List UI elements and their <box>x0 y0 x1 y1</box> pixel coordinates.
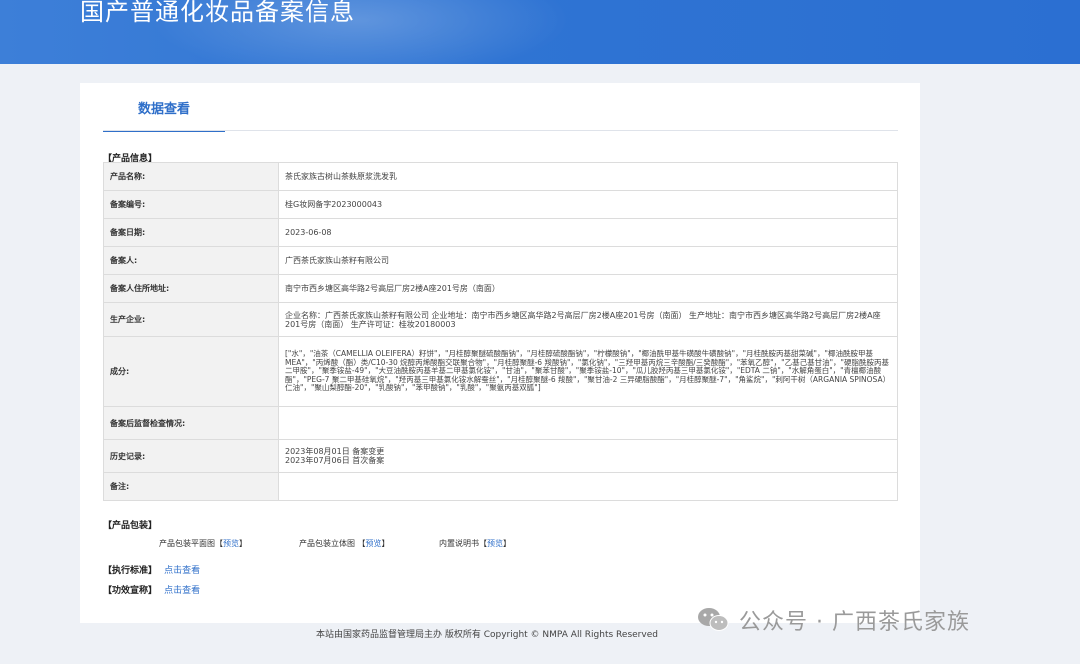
preview-link[interactable]: 预览 <box>487 539 503 548</box>
row-label: 备注: <box>103 472 279 501</box>
row-value: 2023-06-08 <box>278 218 898 247</box>
packaging-item: 产品包装立体图 【预览】 <box>299 539 390 548</box>
row-value: 茶氏家族古树山茶麸原浆洗发乳 <box>278 162 898 191</box>
row-label: 生产企业: <box>103 302 279 337</box>
packaging-item: 产品包装平面图【预览】 <box>159 539 247 548</box>
table-row: 历史记录: 2023年08月01日 备案变更 2023年07月06日 首次备案 <box>103 439 898 473</box>
row-value: 企业名称：广西茶氏家族山茶籽有限公司 企业地址：南宁市西乡塘区高华路2号高层厂房… <box>278 302 898 337</box>
efficacy-label: 【功效宣称】 <box>103 586 158 596</box>
preview-link[interactable]: 预览 <box>223 539 239 548</box>
row-value: ["水"，"油茶（CAMELLIA OLEIFERA）籽饼"，"月桂醇聚醚硫酸酯… <box>278 336 898 407</box>
table-row: 备案后监督检查情况: <box>103 406 898 440</box>
standard-view-link[interactable]: 点击查看 <box>164 566 200 576</box>
section-efficacy: 【功效宣称】 点击查看 <box>103 583 200 596</box>
table-row: 备注: <box>103 472 898 501</box>
section-standard: 【执行标准】 点击查看 <box>103 563 200 576</box>
table-row: 成分: ["水"，"油茶（CAMELLIA OLEIFERA）籽饼"，"月桂醇聚… <box>103 336 898 407</box>
row-value: 南宁市西乡塘区高华路2号高层厂房2楼A座201号房（南面） <box>278 274 898 303</box>
table-row: 备案日期: 2023-06-08 <box>103 218 898 247</box>
row-label: 备案人住所地址: <box>103 274 279 303</box>
row-label: 备案后监督检查情况: <box>103 406 279 440</box>
page-title: 国产普通化妆品备案信息 <box>80 0 355 26</box>
table-row: 备案编号: 桂G妆网备字2023000043 <box>103 190 898 219</box>
row-label: 成分: <box>103 336 279 407</box>
table-row: 生产企业: 企业名称：广西茶氏家族山茶籽有限公司 企业地址：南宁市西乡塘区高华路… <box>103 302 898 337</box>
row-value: 桂G妆网备字2023000043 <box>278 190 898 219</box>
watermark: 公众号 · 广西茶氏家族 <box>697 604 970 636</box>
section-packaging: 【产品包装】 <box>103 521 158 531</box>
preview-link[interactable]: 预览 <box>366 539 382 548</box>
row-value: 2023年08月01日 备案变更 2023年07月06日 首次备案 <box>278 439 898 473</box>
row-label: 产品名称: <box>103 162 279 191</box>
watermark-text: 公众号 · 广西茶氏家族 <box>739 610 970 635</box>
row-label: 备案编号: <box>103 190 279 219</box>
product-info-table: 产品名称: 茶氏家族古树山茶麸原浆洗发乳 备案编号: 桂G妆网备字2023000… <box>103 162 898 501</box>
standard-label: 【执行标准】 <box>103 566 158 576</box>
row-label: 备案日期: <box>103 218 279 247</box>
packaging-label: 产品包装立体图 <box>299 539 355 548</box>
efficacy-view-link[interactable]: 点击查看 <box>164 586 200 596</box>
table-row: 产品名称: 茶氏家族古树山茶麸原浆洗发乳 <box>103 162 898 191</box>
tab-divider <box>103 130 898 131</box>
row-value <box>278 472 898 501</box>
packaging-item: 内置说明书【预览】 <box>439 539 511 548</box>
row-value: 广西茶氏家族山茶籽有限公司 <box>278 246 898 275</box>
tab-data-view[interactable]: 数据查看 <box>103 103 225 132</box>
row-label: 备案人: <box>103 246 279 275</box>
packaging-label: 产品包装平面图 <box>159 539 215 548</box>
row-value <box>278 406 898 440</box>
table-row: 备案人住所地址: 南宁市西乡塘区高华路2号高层厂房2楼A座201号房（南面） <box>103 274 898 303</box>
footer-copyright: 本站由国家药品监督管理局主办 版权所有 Copyright © NMPA All… <box>316 630 658 640</box>
row-label: 历史记录: <box>103 439 279 473</box>
table-row: 备案人: 广西茶氏家族山茶籽有限公司 <box>103 246 898 275</box>
packaging-label: 内置说明书 <box>439 539 479 548</box>
header-banner: 国产普通化妆品备案信息 <box>0 0 1080 64</box>
content-panel: 数据查看 【产品信息】 产品名称: 茶氏家族古树山茶麸原浆洗发乳 备案编号: 桂… <box>80 83 920 623</box>
wechat-icon <box>697 607 729 633</box>
